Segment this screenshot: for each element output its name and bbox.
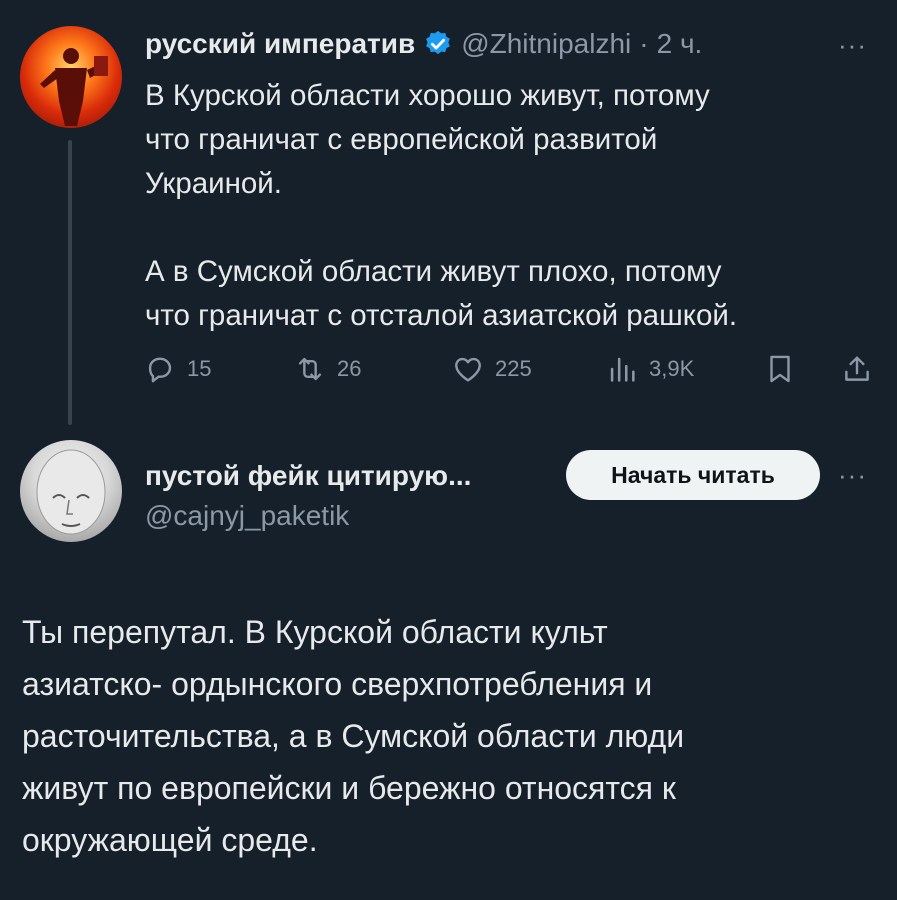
like-count: 225 bbox=[495, 356, 532, 381]
author-handle[interactable]: @Zhitnipalzhi bbox=[461, 28, 631, 60]
views-icon bbox=[610, 357, 635, 382]
verified-badge-icon bbox=[426, 30, 451, 55]
reply-author-avatar[interactable] bbox=[20, 440, 122, 542]
tweet-text-paragraph-2: А в Сумской области живут плохо, потому … bbox=[145, 255, 738, 332]
like-icon bbox=[455, 357, 481, 382]
tweet-text-paragraph-1: В Курской области хорошо живут, потому ч… bbox=[145, 79, 710, 200]
reply-icon bbox=[148, 357, 172, 383]
share-icon bbox=[845, 356, 869, 381]
author-name[interactable]: русский императив bbox=[145, 28, 415, 60]
more-options-icon[interactable]: ··· bbox=[838, 30, 867, 61]
reply-more-options-icon[interactable]: ··· bbox=[838, 460, 867, 491]
share-button[interactable] bbox=[840, 352, 874, 386]
follow-button[interactable]: Начать читать bbox=[566, 450, 820, 500]
views-count: 3,9K bbox=[649, 356, 695, 381]
retweet-icon bbox=[298, 357, 322, 381]
avatar-figure-image bbox=[40, 48, 108, 126]
avatar-face-image bbox=[36, 449, 106, 535]
author-avatar[interactable] bbox=[20, 26, 122, 128]
views-button[interactable]: 3,9K bbox=[605, 352, 694, 386]
reply-count: 15 bbox=[187, 356, 212, 381]
reply-author-name[interactable]: пустой фейк цитирую... bbox=[145, 460, 471, 492]
like-button[interactable]: 225 bbox=[451, 352, 532, 386]
meta-separator: · bbox=[639, 28, 649, 59]
reply-author-handle[interactable]: @cajnyj_paketik bbox=[145, 500, 349, 532]
retweet-button[interactable]: 26 bbox=[293, 352, 361, 386]
tweet-timestamp[interactable]: 2 ч. bbox=[657, 28, 703, 60]
reply-text: Ты перепутал. В Курской области культ аз… bbox=[22, 614, 685, 858]
reply-button[interactable]: 15 bbox=[143, 352, 211, 386]
tweet-header: русский императив @Zhitnipalzhi · 2 ч. bbox=[145, 28, 702, 60]
bookmark-icon bbox=[770, 355, 790, 383]
retweet-count: 26 bbox=[337, 356, 362, 381]
bookmark-button[interactable] bbox=[763, 352, 797, 386]
thread-connector-line bbox=[68, 140, 72, 425]
